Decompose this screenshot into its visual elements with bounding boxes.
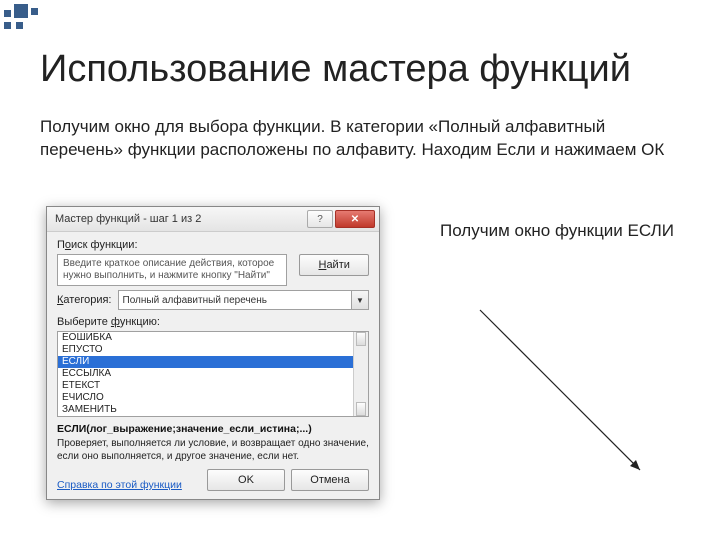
list-item[interactable]: ЕЧИСЛО [58,392,368,404]
list-item[interactable]: ЕТЕКСТ [58,380,368,392]
function-description: Проверяет, выполняется ли условие, и воз… [57,437,369,463]
chevron-down-icon: ▼ [351,291,368,309]
function-listbox[interactable]: ЕОШИБКА ЕПУСТО ЕСЛИ ЕССЫЛКА ЕТЕКСТ ЕЧИСЛ… [57,331,369,417]
category-select[interactable]: Полный алфавитный перечень ▼ [118,290,370,310]
arrow-line [470,300,670,500]
side-caption: Получим окно функции ЕСЛИ [440,220,674,243]
page-title: Использование мастера функций [40,48,690,91]
help-button[interactable]: ? [307,210,333,228]
function-signature: ЕСЛИ(лог_выражение;значение_если_истина;… [57,423,369,435]
list-item[interactable]: ЕССЫЛКА [58,368,368,380]
list-item-selected[interactable]: ЕСЛИ [58,356,368,368]
select-function-label: Выберите функцию: [57,316,369,328]
help-link[interactable]: Справка по этой функции [57,479,182,491]
list-item[interactable]: ЕПУСТО [58,344,368,356]
search-input[interactable]: Введите краткое описание действия, котор… [57,254,287,286]
dialog-title: Мастер функций - шаг 1 из 2 [55,213,305,225]
cancel-button[interactable]: Отмена [291,469,369,491]
titlebar: Мастер функций - шаг 1 из 2 ? ✕ [47,207,379,232]
find-button[interactable]: Найти [299,254,369,276]
ok-button[interactable]: OK [207,469,285,491]
function-wizard-dialog: Мастер функций - шаг 1 из 2 ? ✕ Поиск фу… [46,206,380,500]
list-item[interactable]: ЕОШИБКА [58,332,368,344]
intro-paragraph: Получим окно для выбора функции. В катег… [40,116,690,162]
scrollbar[interactable] [353,332,368,416]
category-label: Категория: [57,294,112,306]
close-button[interactable]: ✕ [335,210,375,228]
list-item[interactable]: ЗАМЕНИТЬ [58,404,368,416]
category-value: Полный алфавитный перечень [123,295,267,306]
search-label: Поиск функции: [57,239,369,251]
